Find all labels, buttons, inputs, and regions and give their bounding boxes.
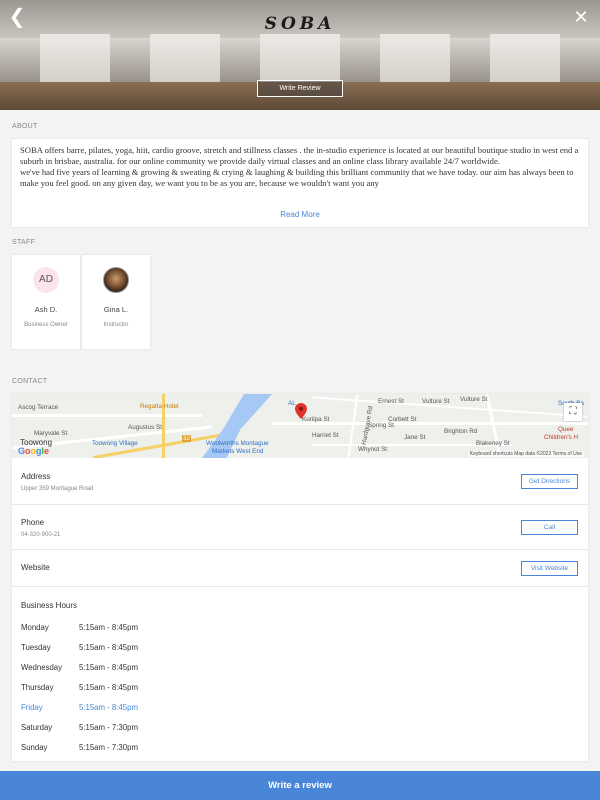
map-road xyxy=(12,414,202,417)
map-label: Vulture St xyxy=(422,398,450,405)
hours-row: Wednesday 5:15am - 8:45pm xyxy=(21,663,221,675)
hours-row: Monday 5:15am - 8:45pm xyxy=(21,623,221,635)
hero-window xyxy=(380,34,450,84)
avatar xyxy=(103,267,129,293)
hero-window xyxy=(40,34,110,84)
staff-section-label: STAFF xyxy=(12,239,36,246)
fullscreen-icon[interactable]: ⛶ xyxy=(564,403,582,421)
hero-window xyxy=(490,34,560,84)
hours-time: 5:15am - 8:45pm xyxy=(79,683,138,692)
close-icon[interactable]: ✕ xyxy=(570,6,592,28)
map-label: Ernest St xyxy=(378,398,404,405)
map-label: Woolworths Montague xyxy=(206,440,269,447)
map-label: Markets West End xyxy=(212,448,264,455)
hours-day: Tuesday xyxy=(21,643,51,652)
hours-row: Sunday 5:15am - 7:30pm xyxy=(21,743,221,755)
website-row: Website Visit Website xyxy=(12,550,588,587)
hours-row: Thursday 5:15am - 8:45pm xyxy=(21,683,221,695)
hours-row-today: Friday 5:15am - 8:45pm xyxy=(21,703,221,715)
hours-time: 5:15am - 8:45pm xyxy=(79,623,138,632)
hours-day: Wednesday xyxy=(21,663,63,672)
map-label: 32 xyxy=(182,435,192,442)
address-label: Address xyxy=(21,472,51,481)
business-hours-title: Business Hours xyxy=(21,601,78,610)
map-label: Corbett St xyxy=(388,416,417,423)
staff-card[interactable]: Gina L. Instructor xyxy=(82,255,150,349)
about-paragraph: SOBA offers barre, pilates, yoga, hiit, … xyxy=(20,145,579,166)
hours-day: Monday xyxy=(21,623,49,632)
map-label: Brighton Rd xyxy=(444,428,478,435)
hours-day: Thursday xyxy=(21,683,54,692)
hours-day: Sunday xyxy=(21,743,48,752)
hero-window xyxy=(150,34,220,84)
map-label: Augustus St xyxy=(128,424,162,431)
location-map[interactable]: Ascog Terrace Maryvale St Augustus St Re… xyxy=(12,394,588,458)
map-label: Ascog Terrace xyxy=(18,404,59,411)
hours-time: 5:15am - 7:30pm xyxy=(79,723,138,732)
hours-row: Tuesday 5:15am - 8:45pm xyxy=(21,643,221,655)
map-label: Jane St xyxy=(404,434,426,441)
staff-name: Ash D. xyxy=(34,305,58,314)
map-attribution[interactable]: Keyboard shortcuts Map data ©2022 Terms … xyxy=(467,451,584,457)
about-text: SOBA offers barre, pilates, yoga, hiit, … xyxy=(20,145,580,210)
map-pin-icon[interactable] xyxy=(295,403,307,419)
call-button[interactable]: Call xyxy=(521,520,578,535)
hero-window xyxy=(260,34,340,84)
staff-role: Instructor xyxy=(103,322,129,328)
contact-section-label: CONTACT xyxy=(12,378,48,385)
hours-row: Saturday 5:15am - 7:30pm xyxy=(21,723,221,735)
staff-name: Gina L. xyxy=(103,305,129,314)
map-road xyxy=(485,394,502,458)
map-label: Whynot St xyxy=(358,446,388,453)
read-more-link[interactable]: Read More xyxy=(12,210,588,219)
address-value: Upper 359 Montague Road xyxy=(21,486,94,492)
brand-logo: SOBA xyxy=(264,14,336,34)
about-card: SOBA offers barre, pilates, yoga, hiit, … xyxy=(12,139,588,227)
map-label: Harriet St xyxy=(312,432,339,439)
write-review-button[interactable]: Write Review xyxy=(257,80,343,97)
map-label: Blakeney St xyxy=(476,440,510,447)
staff-card[interactable]: AD Ash D. Business Owner xyxy=(12,255,80,349)
hours-time: 5:15am - 8:45pm xyxy=(79,663,138,672)
map-road xyxy=(347,394,359,458)
phone-value: 04-320-900-21 xyxy=(21,532,61,538)
hours-time: 5:15am - 8:45pm xyxy=(79,703,138,712)
phone-row: Phone 04-320-900-21 Call xyxy=(12,505,588,550)
hours-day: Friday xyxy=(21,703,43,712)
map-label: Quee xyxy=(558,426,574,433)
hours-day: Saturday xyxy=(21,723,53,732)
about-paragraph: we've had five years of learning & growi… xyxy=(20,167,574,188)
contact-card: Ascog Terrace Maryvale St Augustus St Re… xyxy=(12,394,588,761)
website-label: Website xyxy=(21,563,50,572)
phone-label: Phone xyxy=(21,518,45,527)
google-logo: Google xyxy=(18,446,49,456)
hero-banner: SOBA ❮ ✕ Write Review xyxy=(0,0,600,110)
map-label: Vulture St xyxy=(460,396,488,403)
map-label: Toowong Village xyxy=(92,440,138,447)
address-row: Address Upper 359 Montague Road Get Dire… xyxy=(12,458,588,505)
get-directions-button[interactable]: Get Directions xyxy=(521,474,578,489)
write-a-review-button[interactable]: Write a review xyxy=(0,771,600,800)
google-wordmark: Google xyxy=(18,446,49,456)
chevron-left-icon[interactable]: ❮ xyxy=(6,6,28,28)
map-label: Children's H xyxy=(544,434,579,441)
visit-website-button[interactable]: Visit Website xyxy=(521,561,578,576)
avatar: AD xyxy=(33,267,59,293)
staff-role: Business Owner xyxy=(24,322,68,328)
map-label: Maryvale St xyxy=(34,430,68,437)
hours-time: 5:15am - 8:45pm xyxy=(79,643,138,652)
about-section-label: ABOUT xyxy=(12,123,38,130)
map-label: Regatta Hotel xyxy=(140,403,179,410)
map-label: Spring St xyxy=(368,422,394,429)
hours-time: 5:15am - 7:30pm xyxy=(79,743,138,752)
